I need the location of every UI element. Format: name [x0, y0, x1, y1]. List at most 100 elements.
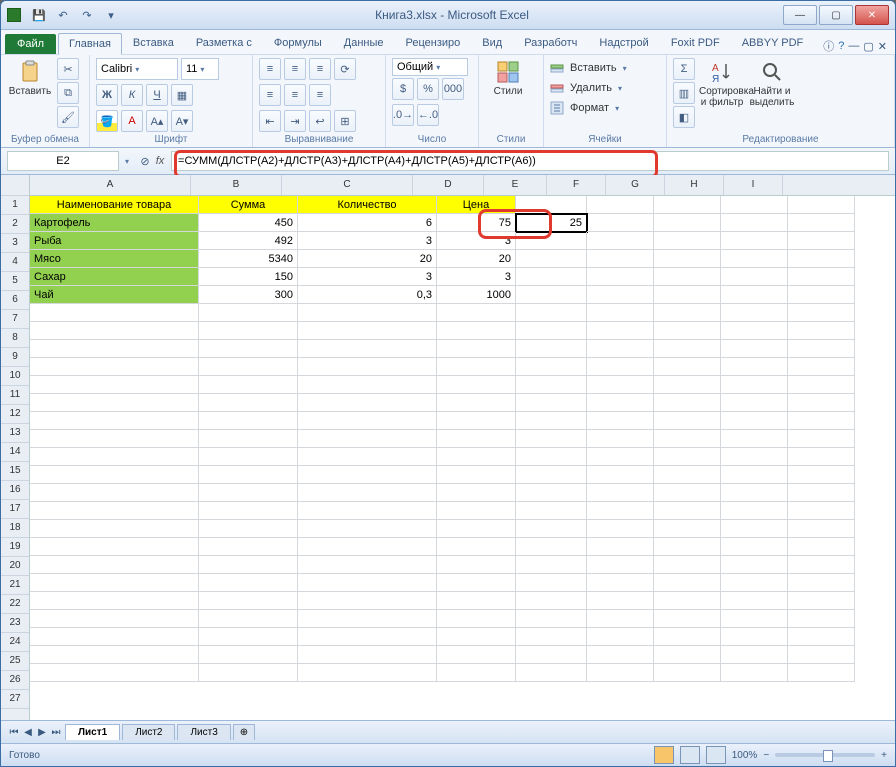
cell[interactable] [199, 610, 298, 628]
minimize-button[interactable]: — [783, 5, 817, 25]
cell[interactable] [516, 664, 587, 682]
row-header-22[interactable]: 22 [1, 595, 29, 614]
cell[interactable] [788, 304, 855, 322]
row-header-10[interactable]: 10 [1, 367, 29, 386]
cell[interactable] [298, 646, 437, 664]
cell[interactable] [654, 268, 721, 286]
cell[interactable] [30, 304, 199, 322]
row-header-18[interactable]: 18 [1, 519, 29, 538]
cell-sum[interactable]: 300 [199, 286, 298, 304]
cell[interactable] [654, 322, 721, 340]
cell[interactable] [788, 250, 855, 268]
col-header-E[interactable]: E [484, 175, 547, 195]
cell[interactable] [721, 340, 788, 358]
qat-redo[interactable]: ↷ [77, 5, 97, 25]
cell[interactable] [30, 556, 199, 574]
cell[interactable] [721, 574, 788, 592]
cell[interactable] [654, 502, 721, 520]
cell[interactable] [721, 556, 788, 574]
row-header-14[interactable]: 14 [1, 443, 29, 462]
cell[interactable] [30, 574, 199, 592]
cell[interactable] [30, 538, 199, 556]
cell[interactable] [516, 556, 587, 574]
cell[interactable] [437, 304, 516, 322]
cell[interactable] [516, 520, 587, 538]
cell[interactable] [437, 610, 516, 628]
cell[interactable] [298, 592, 437, 610]
cell-sum[interactable]: 5340 [199, 250, 298, 268]
align-bottom-button[interactable]: ≡ [309, 58, 331, 80]
cell[interactable] [516, 484, 587, 502]
cell[interactable] [516, 538, 587, 556]
cells-format-button[interactable]: Формат ▾ [550, 98, 619, 118]
cell[interactable] [199, 538, 298, 556]
cell[interactable] [654, 286, 721, 304]
align-left-button[interactable]: ≡ [259, 84, 281, 106]
cell[interactable] [437, 376, 516, 394]
cell[interactable] [437, 538, 516, 556]
tab-page-layout[interactable]: Разметка с [185, 32, 263, 54]
cell[interactable] [788, 592, 855, 610]
tab-formulas[interactable]: Формулы [263, 32, 333, 54]
cell[interactable] [30, 340, 199, 358]
cell[interactable] [587, 268, 654, 286]
cell[interactable] [587, 196, 654, 214]
cell[interactable] [199, 520, 298, 538]
cell[interactable] [298, 304, 437, 322]
paste-button[interactable]: Вставить [7, 58, 53, 97]
cell[interactable] [721, 538, 788, 556]
tab-data[interactable]: Данные [333, 32, 395, 54]
cell[interactable] [654, 358, 721, 376]
cell[interactable] [587, 646, 654, 664]
cell[interactable] [516, 196, 587, 214]
cell[interactable] [721, 376, 788, 394]
cell[interactable] [721, 232, 788, 250]
cell[interactable] [788, 556, 855, 574]
cell[interactable] [654, 340, 721, 358]
cell[interactable] [788, 340, 855, 358]
cell[interactable] [587, 250, 654, 268]
cell[interactable] [587, 484, 654, 502]
cell[interactable] [788, 484, 855, 502]
cell-name[interactable]: Рыба [30, 232, 199, 250]
cell[interactable] [199, 304, 298, 322]
cell[interactable] [437, 556, 516, 574]
cell[interactable] [437, 502, 516, 520]
styles-button[interactable]: Стили [485, 58, 531, 97]
tab-addins[interactable]: Надстрой [588, 32, 659, 54]
cell[interactable] [298, 358, 437, 376]
cell[interactable] [298, 322, 437, 340]
align-center-button[interactable]: ≡ [284, 84, 306, 106]
cell[interactable] [788, 322, 855, 340]
comma-button[interactable]: 000 [442, 78, 464, 100]
decrease-font-button[interactable]: A▾ [171, 110, 193, 132]
tab-nav-last[interactable]: ⏭ [49, 727, 63, 738]
font-color-button[interactable]: A [121, 110, 143, 132]
cell[interactable] [30, 394, 199, 412]
tab-view[interactable]: Вид [471, 32, 513, 54]
bold-button[interactable]: Ж [96, 84, 118, 106]
cell-e3[interactable] [516, 232, 587, 250]
cell[interactable] [788, 502, 855, 520]
row-header-27[interactable]: 27 [1, 690, 29, 709]
cell[interactable] [654, 430, 721, 448]
cell[interactable] [437, 448, 516, 466]
row-header-2[interactable]: 2 [1, 215, 29, 234]
cell[interactable] [587, 610, 654, 628]
cut-button[interactable]: ✂ [57, 58, 79, 80]
sheet-tab-3[interactable]: Лист3 [177, 724, 230, 740]
underline-button[interactable]: Ч [146, 84, 168, 106]
maximize-button[interactable]: ▢ [819, 5, 853, 25]
row-header-23[interactable]: 23 [1, 614, 29, 633]
cell[interactable] [721, 430, 788, 448]
doc-min-icon[interactable]: — [848, 40, 859, 52]
view-pagebreak-button[interactable] [706, 746, 726, 764]
cell[interactable] [516, 610, 587, 628]
decrease-indent-button[interactable]: ⇤ [259, 110, 281, 132]
cell[interactable] [654, 592, 721, 610]
align-middle-button[interactable]: ≡ [284, 58, 306, 80]
cell-e4[interactable] [516, 250, 587, 268]
cell[interactable] [788, 412, 855, 430]
cell[interactable] [587, 412, 654, 430]
doc-max-icon[interactable]: ▢ [863, 40, 873, 53]
